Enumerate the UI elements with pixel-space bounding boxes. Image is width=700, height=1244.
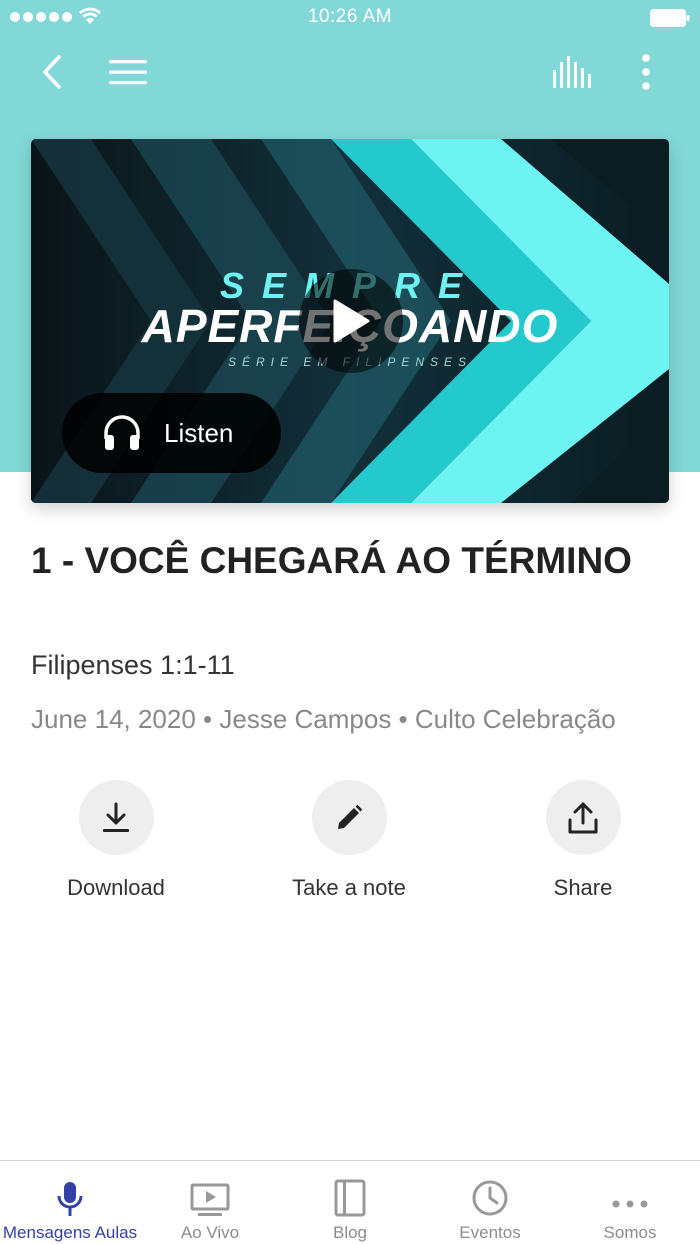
tab-label: Eventos [459,1223,521,1242]
take-note-button[interactable]: Take a note [249,780,449,901]
download-icon [78,780,154,855]
hamburger-menu-icon [109,60,147,85]
tab-ao-vivo[interactable]: Ao Vivo [140,1161,280,1244]
chevron-left-icon [43,55,61,89]
listen-button[interactable]: Listen [62,393,281,473]
battery-icon [650,9,690,27]
more-options-button[interactable] [626,50,666,94]
back-button[interactable] [30,50,74,94]
audio-bars-button[interactable] [548,50,596,94]
vertical-dots-icon [642,54,650,90]
tab-label: Somos [603,1223,657,1242]
download-button[interactable]: Download [16,780,216,901]
more-dots-icon [560,1161,700,1217]
share-icon [545,780,621,855]
sermon-artwork: SEMPRE APERFEIÇOANDO SÉRIE EM FILIPENSES… [31,139,669,503]
play-button[interactable] [299,269,403,373]
pencil-icon [311,780,387,855]
tab-mensagens-aulas[interactable]: Mensagens Aulas [0,1161,140,1244]
bottom-tab-bar: Mensagens Aulas Ao Vivo Blog Eventos Som… [0,1160,700,1244]
download-label: Download [67,875,165,900]
audio-bars-icon [553,56,591,88]
sermon-title: 1 - VOCÊ CHEGARÁ AO TÉRMINO [31,540,632,581]
sermon-passage: Filipenses 1:1-11 [31,650,235,680]
status-time: 10:26 AM [307,6,393,27]
microphone-icon [0,1161,140,1217]
share-label: Share [553,875,613,900]
tab-label: Blog [332,1223,368,1242]
tab-blog[interactable]: Blog [280,1161,420,1244]
book-icon [280,1161,420,1217]
play-icon [333,299,370,343]
tab-eventos[interactable]: Eventos [420,1161,560,1244]
share-button[interactable]: Share [483,780,683,901]
status-bar: 10:26 AM [0,0,700,36]
take-note-label: Take a note [292,875,406,900]
headphones-icon [102,413,142,453]
tab-label: Mensagens Aulas [2,1223,138,1242]
clock-icon [420,1161,560,1217]
sermon-meta: June 14, 2020 • Jesse Campos • Culto Cel… [31,704,616,734]
tv-play-icon [140,1161,280,1217]
tab-somos[interactable]: Somos [560,1161,700,1244]
top-app-bar [0,40,700,104]
menu-button[interactable] [104,50,152,94]
sermon-actions: Download Take a note Share [0,780,700,910]
tab-label: Ao Vivo [180,1223,240,1242]
listen-label: Listen [164,417,234,448]
